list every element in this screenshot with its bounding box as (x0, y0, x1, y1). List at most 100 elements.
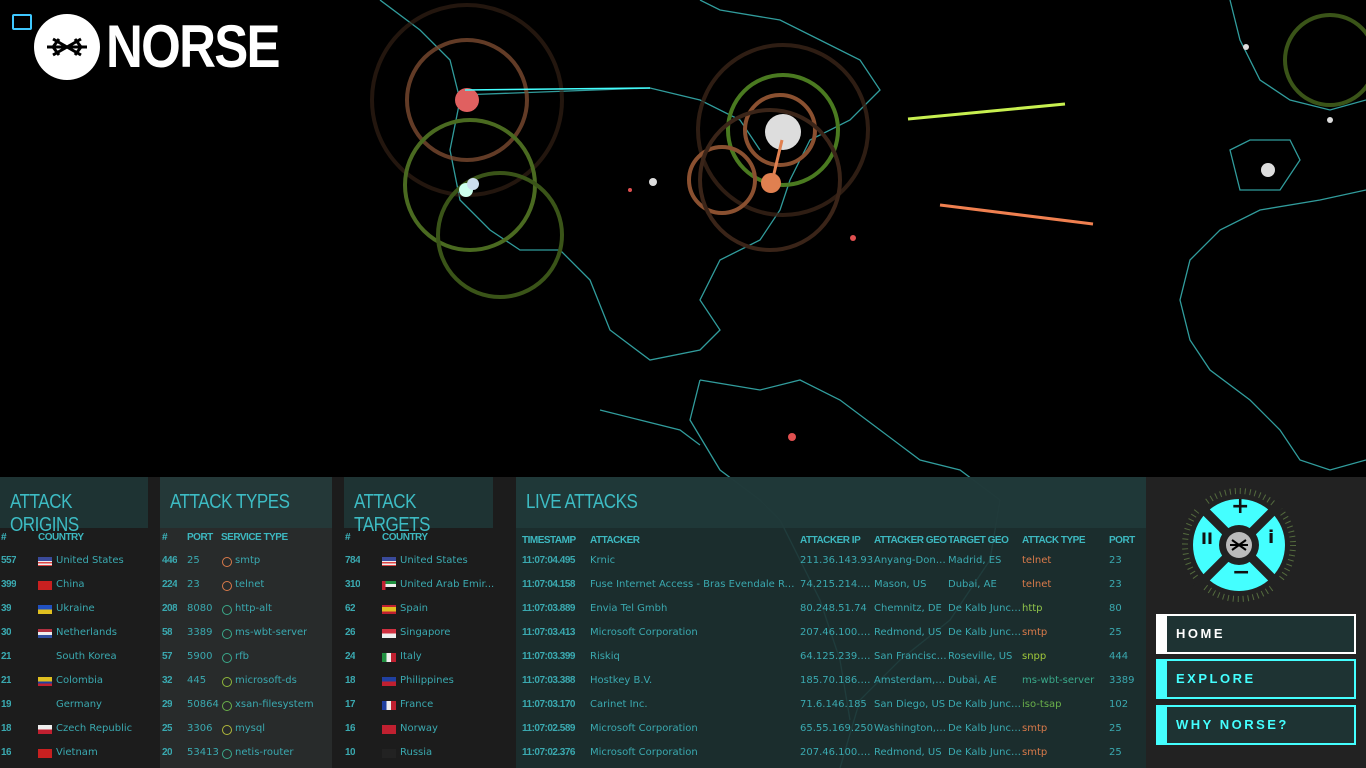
live-port: 444 (1109, 651, 1129, 662)
country-row[interactable]: 19 Germany (0, 695, 160, 719)
live-col-header: ATTACKER IP (800, 535, 861, 546)
live-attack-row[interactable]: 11:07:02.589 Microsoft Corporation 65.55.1… (516, 719, 1146, 743)
attack-type-row[interactable]: 32 445 microsoft-ds (160, 671, 332, 695)
country-row[interactable]: 310 United Arab Emir... (332, 575, 516, 599)
country-row[interactable]: 26 Singapore (332, 623, 516, 647)
country-name: China (56, 579, 85, 590)
live-attack-row[interactable]: 11:07:02.376 Microsoft Corporation 207.46.… (516, 743, 1146, 767)
attack-count: 17 (345, 699, 356, 710)
country-row[interactable]: 16 Norway (332, 719, 516, 743)
zoom-in-button[interactable]: + (1231, 494, 1249, 519)
port: 5900 (187, 651, 213, 662)
pause-button[interactable]: II (1201, 529, 1213, 548)
attack-count: 29 (162, 699, 173, 710)
live-ageo: Mason, US (874, 579, 927, 590)
country-row[interactable]: 784 United States (332, 551, 516, 575)
nav-why-norse-button[interactable]: WHY NORSE? (1156, 705, 1356, 745)
attack-type-row[interactable]: 29 50864 xsan-filesystem (160, 695, 332, 719)
attack-type-row[interactable]: 57 5900 rfb (160, 647, 332, 671)
col-service-type: SERVICE TYPE (221, 532, 288, 543)
col-num: # (162, 532, 168, 543)
live-attack-row[interactable]: 11:07:03.399 Riskiq 64.125.239.1... San Fra… (516, 647, 1146, 671)
port: 3389 (187, 627, 213, 638)
country-row[interactable]: 21 Colombia (0, 671, 160, 695)
country-name: Vietnam (56, 747, 98, 758)
live-attack-row[interactable]: 11:07:03.388 Hostkey B.V. 185.70.186.1... A… (516, 671, 1146, 695)
attack-count: 20 (162, 747, 173, 758)
live-attack-row[interactable]: 11:07:04.495 Krnic 211.36.143.93 Anyang-Don… (516, 551, 1146, 575)
service-ring-icon (222, 629, 232, 639)
live-ageo: San Diego, US (874, 699, 946, 710)
port: 445 (187, 675, 207, 686)
live-ts: 11:07:03.170 (522, 699, 575, 710)
live-ts: 11:07:03.388 (522, 675, 575, 686)
service-type: telnet (235, 579, 265, 590)
live-attacker: Fuse Internet Access - Bras Evendale Reg… (590, 579, 798, 590)
country-row[interactable]: 18 Czech Republic (0, 719, 160, 743)
flag-cz-icon (38, 725, 52, 734)
live-col-header: ATTACK TYPE (1022, 535, 1086, 546)
live-attack-row[interactable]: 11:07:03.170 Carinet Inc. 71.6.146.185 San … (516, 695, 1146, 719)
country-name: South Korea (56, 651, 117, 662)
live-type: http (1022, 603, 1043, 614)
country-row[interactable]: 24 Italy (332, 647, 516, 671)
flag-us-icon (38, 557, 52, 566)
live-attacker: Microsoft Corporation (590, 627, 698, 638)
country-row[interactable]: 10 Russia (332, 743, 516, 767)
service-ring-icon (222, 725, 232, 735)
live-col-header: PORT (1109, 535, 1135, 546)
attack-type-row[interactable]: 208 8080 http-alt (160, 599, 332, 623)
service-ring-icon (222, 581, 232, 591)
col-num: # (345, 532, 351, 543)
country-row[interactable]: 18 Philippines (332, 671, 516, 695)
attack-type-row[interactable]: 446 25 smtp (160, 551, 332, 575)
country-row[interactable]: 30 Netherlands (0, 623, 160, 647)
country-row[interactable]: 17 France (332, 695, 516, 719)
country-row[interactable]: 399 China (0, 575, 160, 599)
live-tgeo: Madrid, ES (948, 555, 1002, 566)
country-name: France (400, 699, 434, 710)
live-port: 102 (1109, 699, 1129, 710)
country-row[interactable]: 16 Vietnam (0, 743, 160, 767)
flag-it-icon (382, 653, 396, 662)
country-name: Spain (400, 603, 428, 614)
attack-origins-panel: ATTACK ORIGINS # COUNTRY 557 United Stat… (0, 477, 160, 768)
attack-targets-panel: ATTACK TARGETS # COUNTRY 784 United Stat… (332, 477, 516, 768)
port: 3306 (187, 723, 213, 734)
country-name: Singapore (400, 627, 451, 638)
country-row[interactable]: 39 Ukraine (0, 599, 160, 623)
map-control-dial (1182, 488, 1296, 602)
flag-es-icon (382, 605, 396, 614)
nav-home-button[interactable]: HOME (1156, 614, 1356, 654)
attack-type-row[interactable]: 25 3306 mysql (160, 719, 332, 743)
country-name: United Arab Emir... (400, 579, 495, 590)
live-ip: 74.215.214.1... (800, 579, 874, 590)
attack-count: 784 (345, 555, 361, 566)
attack-count: 32 (162, 675, 173, 686)
attack-type-row[interactable]: 58 3389 ms-wbt-server (160, 623, 332, 647)
country-row[interactable]: 62 Spain (332, 599, 516, 623)
nav-explore-button[interactable]: EXPLORE (1156, 659, 1356, 699)
live-tgeo: De Kalb Junct... (948, 699, 1022, 710)
live-attacker: Microsoft Corporation (590, 747, 698, 758)
norse-logo[interactable]: NORSE (34, 12, 309, 81)
zoom-out-button[interactable]: − (1232, 560, 1250, 585)
country-row[interactable]: 21 South Korea (0, 647, 160, 671)
flag-no-icon (382, 725, 396, 734)
live-attack-row[interactable]: 11:07:03.413 Microsoft Corporation 207.46.… (516, 623, 1146, 647)
info-button[interactable]: i (1268, 527, 1274, 548)
live-attack-row[interactable]: 11:07:03.889 Envia Tel Gmbh 80.248.51.74 Ch… (516, 599, 1146, 623)
country-name: Italy (400, 651, 422, 662)
attack-type-row[interactable]: 20 53413 netis-router (160, 743, 332, 767)
live-ip: 207.46.100.2... (800, 747, 874, 758)
attack-type-row[interactable]: 224 23 telnet (160, 575, 332, 599)
port: 25 (187, 555, 200, 566)
live-type: iso-tsap (1022, 699, 1062, 710)
live-type: telnet (1022, 579, 1052, 590)
live-attacker: Microsoft Corporation (590, 723, 698, 734)
live-tgeo: De Kalb Junct... (948, 627, 1022, 638)
live-attack-row[interactable]: 11:07:04.158 Fuse Internet Access - Bras … (516, 575, 1146, 599)
attack-count: 21 (1, 651, 12, 662)
country-row[interactable]: 557 United States (0, 551, 160, 575)
live-type: smtp (1022, 723, 1048, 734)
